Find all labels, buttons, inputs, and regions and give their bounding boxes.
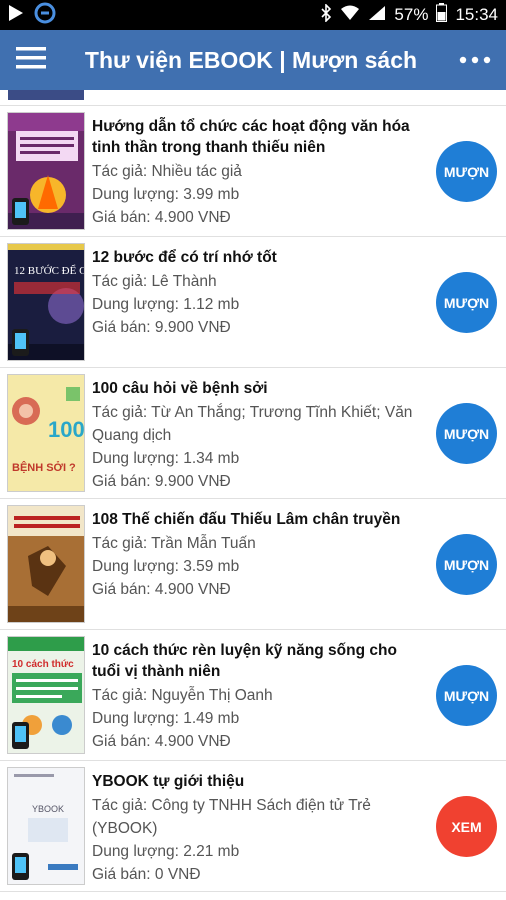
phone-badge-icon <box>12 722 29 749</box>
book-item[interactable]: 12 BƯỚC ĐỂ CÓ TRÍ NHỚ TỐT 12 bước để có … <box>0 237 506 368</box>
book-author: Tác giả: Từ An Thắng; Trương Tĩnh Khiết;… <box>92 404 413 444</box>
more-options-button[interactable] <box>444 30 506 90</box>
bluetooth-icon <box>320 2 332 27</box>
menu-button[interactable] <box>0 30 62 90</box>
borrow-button[interactable]: MƯỢN <box>436 665 497 726</box>
book-title: 108 Thế chiến đấu Thiếu Lâm chân truyền <box>92 511 401 528</box>
book-item[interactable]: 108 Thế chiến đấu Thiếu Lâm chân truyền … <box>0 499 506 630</box>
cover-number: 100 <box>48 417 85 442</box>
clock: 15:34 <box>455 5 498 24</box>
app-bar: Thư viện EBOOK | Mượn sách <box>0 30 506 90</box>
book-title: 10 cách thức rèn luyện kỹ năng sống cho … <box>92 642 397 680</box>
book-price: Giá bán: 4.900 VNĐ <box>92 209 231 226</box>
phone-badge-icon <box>12 853 29 880</box>
book-cover: 10 cách thức <box>7 636 85 754</box>
cover-text: 12 BƯỚC ĐỂ CÓ TRÍ NHỚ TỐT <box>14 264 85 277</box>
book-author: Tác giả: Nguyễn Thị Oanh <box>92 687 273 704</box>
book-cover: YBOOK <box>7 767 85 885</box>
phone-badge-icon <box>12 198 29 225</box>
wifi-icon <box>340 5 360 26</box>
borrow-button[interactable]: MƯỢN <box>436 534 497 595</box>
book-size: Dung lượng: 1.49 mb <box>92 710 240 727</box>
book-price: Giá bán: 4.900 VNĐ <box>92 733 231 750</box>
status-bar: 57% 15:34 <box>0 0 506 30</box>
book-size: Dung lượng: 1.34 mb <box>92 450 240 467</box>
hamburger-icon <box>16 46 46 75</box>
book-title: YBOOK tự giới thiệu <box>92 773 245 790</box>
book-size: Dung lượng: 1.12 mb <box>92 296 240 313</box>
borrow-button[interactable]: MƯỢN <box>436 141 497 202</box>
book-title: 100 câu hỏi về bệnh sởi <box>92 380 268 397</box>
book-cover: 12 BƯỚC ĐỂ CÓ TRÍ NHỚ TỐT <box>7 243 85 361</box>
book-price: Giá bán: 9.900 VNĐ <box>92 473 231 490</box>
page-title: Thư viện EBOOK | Mượn sách <box>84 46 418 73</box>
view-button[interactable]: XEM <box>436 796 497 857</box>
book-item[interactable]: Hướng dẫn tổ chức các hoạt động văn hóa … <box>0 106 506 237</box>
phone-badge-icon <box>12 329 29 356</box>
signal-icon <box>368 5 386 26</box>
battery-percent: 57% <box>394 5 429 24</box>
app-logo-icon <box>34 2 56 29</box>
book-cover <box>7 505 85 623</box>
book-price: Giá bán: 0 VNĐ <box>92 866 201 883</box>
book-author: Tác giả: Trần Mẫn Tuấn <box>92 535 256 552</box>
cover-subtitle: BỆNH SỞI ? <box>12 461 76 474</box>
list-item-partial <box>0 90 506 106</box>
book-title: Hướng dẫn tổ chức các hoạt động văn hóa … <box>92 118 410 156</box>
play-store-icon <box>8 4 24 27</box>
battery-icon <box>436 3 448 27</box>
book-title: 12 bước để có trí nhớ tốt <box>92 249 277 266</box>
borrow-button[interactable]: MƯỢN <box>436 272 497 333</box>
book-author: Tác giả: Nhiều tác giả <box>92 163 242 180</box>
book-author: Tác giả: Lê Thành <box>92 273 217 290</box>
book-author: Tác giả: Công ty TNHH Sách điện tử Trẻ (… <box>92 797 371 837</box>
book-cover: 100 BỆNH SỞI ? <box>7 374 85 492</box>
book-price: Giá bán: 4.900 VNĐ <box>92 581 231 598</box>
cover-text: YBOOK <box>32 804 64 814</box>
book-size: Dung lượng: 3.99 mb <box>92 186 240 203</box>
book-item[interactable]: YBOOK YBOOK tự giới thiệu Tác giả: Công … <box>0 761 506 892</box>
more-dots-icon <box>459 51 491 69</box>
borrow-button[interactable]: MƯỢN <box>436 403 497 464</box>
book-size: Dung lượng: 3.59 mb <box>92 558 240 575</box>
book-item[interactable]: 100 BỆNH SỞI ? 100 câu hỏi về bệnh sởi T… <box>0 368 506 499</box>
book-cover <box>7 112 85 230</box>
book-size: Dung lượng: 2.21 mb <box>92 843 240 860</box>
cover-text: 10 cách thức <box>12 659 74 670</box>
book-price: Giá bán: 9.900 VNĐ <box>92 319 231 336</box>
book-item[interactable]: 10 cách thức 10 cách thức rèn luyện kỹ n… <box>0 630 506 761</box>
book-list[interactable]: Hướng dẫn tổ chức các hoạt động văn hóa … <box>0 90 506 900</box>
